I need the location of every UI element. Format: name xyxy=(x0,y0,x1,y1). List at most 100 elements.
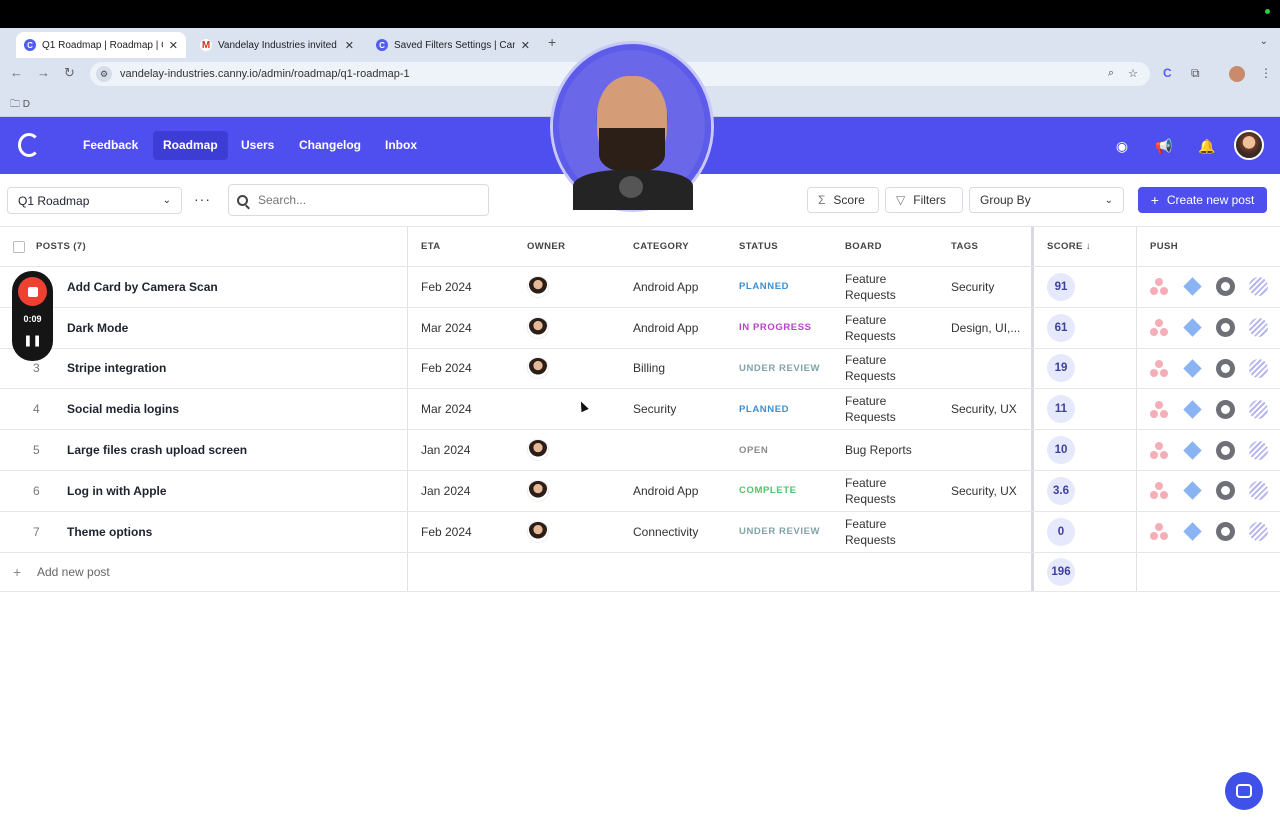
back-icon[interactable]: ← xyxy=(10,65,23,80)
jira-icon[interactable] xyxy=(1183,277,1202,297)
extensions-icon[interactable]: ⧉ xyxy=(1191,66,1200,81)
post-board[interactable]: Feature Requests xyxy=(845,267,915,307)
jira-icon[interactable] xyxy=(1183,481,1202,501)
post-owner[interactable] xyxy=(527,430,549,470)
post-tags[interactable]: Security xyxy=(951,267,994,307)
col-score[interactable]: SCORE ↓ xyxy=(1047,227,1091,266)
post-eta[interactable]: Jan 2024 xyxy=(421,471,470,511)
eye-icon[interactable]: ◉ xyxy=(1110,134,1134,158)
github-icon[interactable] xyxy=(1216,481,1235,501)
col-owner[interactable]: OWNER xyxy=(527,227,565,266)
post-board[interactable]: Feature Requests xyxy=(845,471,915,511)
post-owner[interactable] xyxy=(527,512,549,552)
status-badge[interactable]: UNDER REVIEW xyxy=(739,512,820,552)
linear-icon[interactable] xyxy=(1249,358,1268,378)
stop-recording-button[interactable] xyxy=(18,277,47,306)
post-category[interactable]: Security xyxy=(633,389,676,429)
jira-icon[interactable] xyxy=(1183,400,1202,419)
post-tags[interactable]: Design, UI,... xyxy=(951,308,1020,348)
col-eta[interactable]: ETA xyxy=(421,227,441,266)
bookmark-folder[interactable]: 🗀 D xyxy=(10,97,30,114)
col-board[interactable]: BOARD xyxy=(845,227,882,266)
post-owner[interactable] xyxy=(527,471,549,511)
post-eta[interactable]: Feb 2024 xyxy=(421,267,472,307)
pause-icon[interactable]: ❚❚ xyxy=(12,334,53,347)
linear-icon[interactable] xyxy=(1249,440,1268,460)
score-button[interactable]: Σ Score xyxy=(807,187,879,213)
search-box[interactable] xyxy=(228,184,489,216)
close-tab-icon[interactable]: ✕ xyxy=(345,39,354,52)
nav-changelog[interactable]: Changelog xyxy=(289,131,371,160)
asana-icon[interactable] xyxy=(1150,318,1169,337)
browser-tab-3[interactable]: C Saved Filters Settings | Cann ✕ xyxy=(368,32,538,58)
col-posts[interactable]: POSTS (7) xyxy=(36,227,86,266)
linear-icon[interactable] xyxy=(1249,277,1268,297)
table-row[interactable]: 7 Theme options Feb 2024 Connectivity UNDER … xyxy=(0,510,1280,552)
site-info-icon[interactable]: ⚙ xyxy=(96,66,112,82)
post-eta[interactable]: Mar 2024 xyxy=(421,389,472,429)
github-icon[interactable] xyxy=(1216,440,1235,460)
post-board[interactable]: Feature Requests xyxy=(845,349,915,389)
create-new-post-button[interactable]: + Create new post xyxy=(1138,187,1267,213)
webcam-overlay[interactable] xyxy=(553,44,711,210)
nav-users[interactable]: Users xyxy=(231,131,284,160)
post-eta[interactable]: Jan 2024 xyxy=(421,430,470,470)
asana-icon[interactable] xyxy=(1150,400,1169,419)
asana-icon[interactable] xyxy=(1150,522,1169,541)
add-new-post-label[interactable]: Add new post xyxy=(37,553,110,592)
post-tags[interactable]: Security, UX xyxy=(951,389,1017,429)
post-eta[interactable]: Feb 2024 xyxy=(421,349,472,389)
asana-icon[interactable] xyxy=(1150,359,1169,378)
github-icon[interactable] xyxy=(1216,277,1235,297)
post-title[interactable]: Stripe integration xyxy=(67,349,166,389)
table-row[interactable]: 2Dark ModeMar 2024Android AppIN PROGRESS… xyxy=(0,306,1280,348)
forward-icon[interactable]: → xyxy=(37,65,50,80)
jira-icon[interactable] xyxy=(1183,359,1202,378)
table-row[interactable]: 1Add Card by Camera ScanFeb 2024Android … xyxy=(0,266,1280,307)
post-eta[interactable]: Mar 2024 xyxy=(421,308,472,348)
post-owner[interactable] xyxy=(527,349,549,389)
linear-icon[interactable] xyxy=(1249,318,1268,338)
asana-icon[interactable] xyxy=(1150,277,1169,296)
bell-icon[interactable]: 🔔 xyxy=(1195,134,1219,158)
col-status[interactable]: STATUS xyxy=(739,227,778,266)
post-category[interactable]: Android App xyxy=(633,267,698,307)
col-push[interactable]: PUSH xyxy=(1150,227,1178,266)
post-title[interactable]: Dark Mode xyxy=(67,308,128,348)
browser-tab-1[interactable]: C Q1 Roadmap | Roadmap | Ca ✕ xyxy=(16,32,186,58)
user-avatar[interactable] xyxy=(1234,130,1264,160)
filters-button[interactable]: ▽ Filters xyxy=(885,187,963,213)
post-category[interactable]: Billing xyxy=(633,349,665,389)
canny-extension-icon[interactable]: C xyxy=(1163,66,1172,80)
linear-icon[interactable] xyxy=(1249,481,1268,501)
post-title[interactable]: Theme options xyxy=(67,512,152,552)
close-tab-icon[interactable]: ✕ xyxy=(521,39,530,52)
roadmap-select[interactable]: Q1 Roadmap ⌄ xyxy=(7,187,182,214)
post-board[interactable]: Feature Requests xyxy=(845,389,915,429)
table-row[interactable]: 3 Stripe integration Feb 2024 Billing UNDER … xyxy=(0,347,1280,389)
github-icon[interactable] xyxy=(1216,399,1235,419)
chevron-down-icon[interactable]: ⌄ xyxy=(1260,36,1268,47)
table-row[interactable]: 4 Social media logins Mar 2024 Security PLAN… xyxy=(0,388,1280,429)
status-badge[interactable]: IN PROGRESS xyxy=(739,308,812,348)
nav-feedback[interactable]: Feedback xyxy=(73,131,148,160)
post-owner[interactable] xyxy=(527,308,549,348)
nav-inbox[interactable]: Inbox xyxy=(375,131,427,160)
post-owner[interactable] xyxy=(527,267,549,307)
github-icon[interactable] xyxy=(1216,522,1235,542)
post-title[interactable]: Social media logins xyxy=(67,389,179,429)
jira-icon[interactable] xyxy=(1183,522,1202,541)
bookmark-star-icon[interactable]: ☆ xyxy=(1128,67,1138,80)
nav-roadmap[interactable]: Roadmap xyxy=(153,131,228,160)
new-tab-icon[interactable]: + xyxy=(548,34,556,50)
asana-icon[interactable] xyxy=(1150,441,1169,460)
status-badge[interactable]: COMPLETE xyxy=(739,471,797,511)
jira-icon[interactable] xyxy=(1183,440,1202,460)
reload-icon[interactable]: ↻ xyxy=(64,65,75,81)
more-options-icon[interactable]: ··· xyxy=(194,191,211,207)
jira-icon[interactable] xyxy=(1183,318,1202,337)
post-title[interactable]: Log in with Apple xyxy=(67,471,167,511)
status-badge[interactable]: OPEN xyxy=(739,430,768,470)
post-category[interactable]: Connectivity xyxy=(633,512,698,552)
add-post-row[interactable]: + Add new post 196 xyxy=(0,551,1280,593)
